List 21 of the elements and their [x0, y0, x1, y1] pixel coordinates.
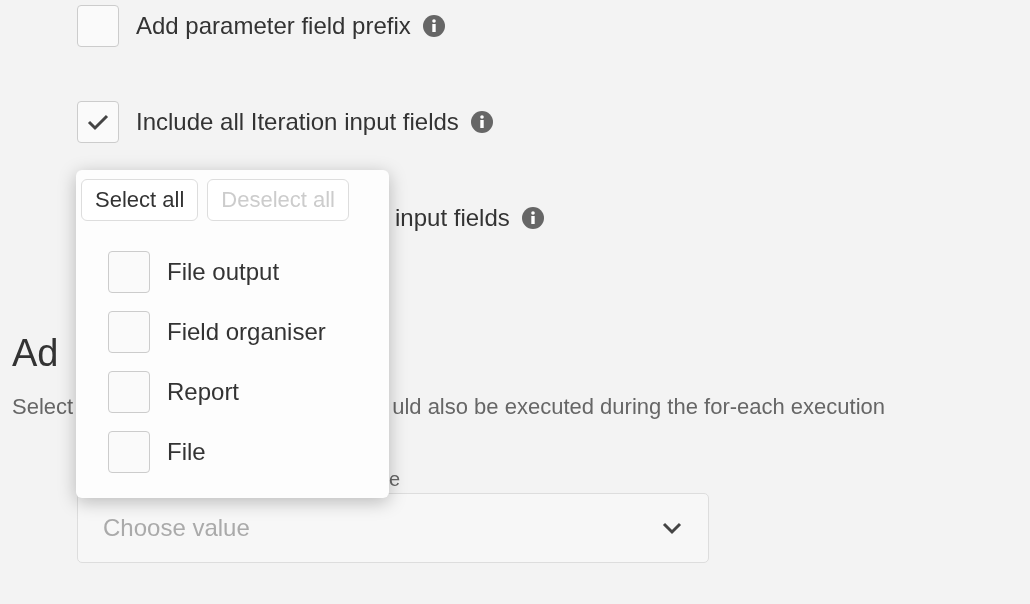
info-icon[interactable] — [470, 111, 493, 133]
menu-item-label[interactable]: Report — [167, 378, 240, 406]
menu-item-label[interactable]: Field organiser — [167, 318, 326, 346]
checkbox[interactable] — [108, 431, 150, 473]
checkbox[interactable] — [77, 5, 119, 47]
checkbox[interactable] — [108, 311, 150, 353]
checkbox[interactable] — [108, 251, 150, 293]
checkbox-label: input fields — [395, 204, 510, 232]
checkbox-label: Include all Iteration input fields — [136, 108, 459, 136]
checkbox-label: Add parameter field prefix — [136, 12, 411, 40]
description-text: uld also be executed during the for-each execution — [392, 394, 886, 420]
info-icon[interactable] — [422, 15, 445, 37]
select-all-button[interactable]: Select all — [81, 179, 199, 221]
section-heading: Ad — [12, 331, 59, 375]
menu-item-label[interactable]: File — [167, 438, 206, 466]
info-icon[interactable] — [521, 207, 544, 229]
checkbox[interactable] — [108, 371, 150, 413]
checkbox[interactable] — [77, 101, 119, 143]
description-text: Select — [12, 394, 74, 420]
menu-item-label[interactable]: File output — [167, 258, 280, 286]
field-label: e — [389, 468, 401, 490]
